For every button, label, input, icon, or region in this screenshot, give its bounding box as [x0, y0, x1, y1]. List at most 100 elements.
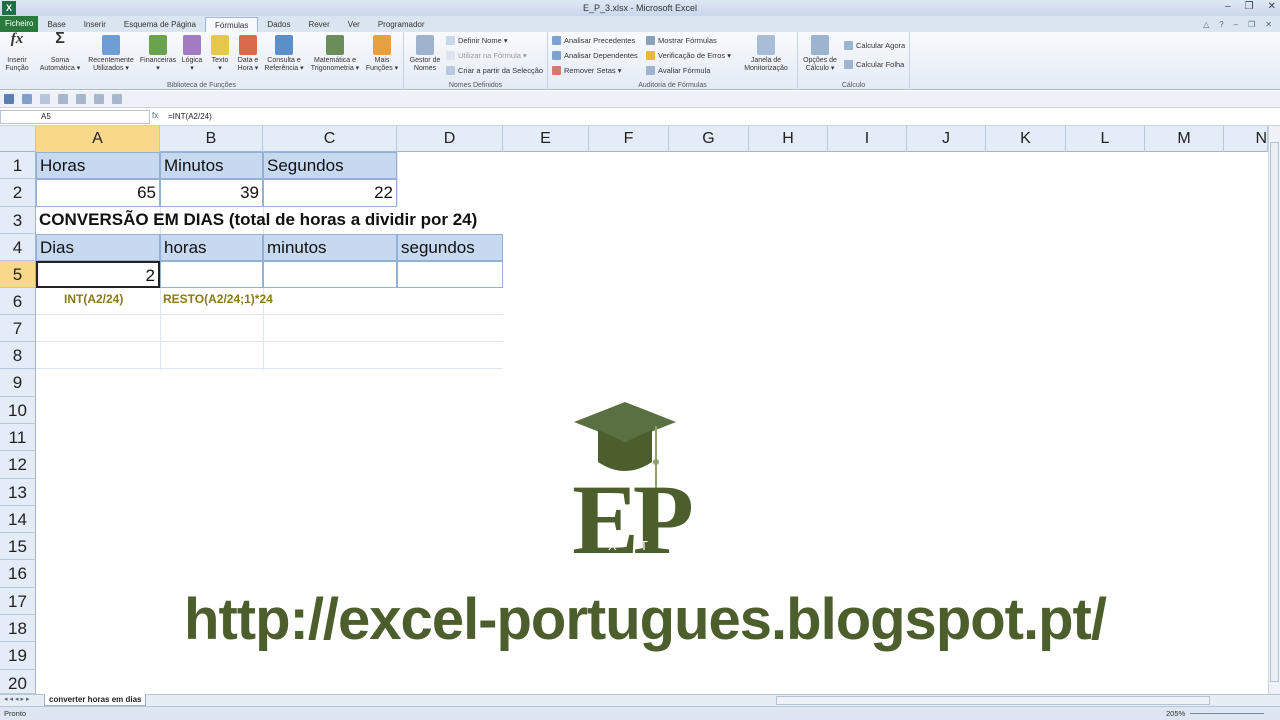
print-preview-icon[interactable] [58, 94, 68, 104]
minimize-icon[interactable]: – [1225, 1, 1231, 12]
evaluate-formula-button[interactable]: Avaliar Fórmula [646, 66, 710, 75]
cell-b2[interactable]: 39 [160, 179, 263, 207]
cell-b5[interactable] [160, 261, 263, 288]
text-button[interactable]: Texto ▾ [206, 35, 234, 73]
help-icon[interactable]: ? [1219, 17, 1223, 32]
row-header-10[interactable]: 10 [0, 397, 36, 424]
financial-button[interactable]: Financeiras ▾ [138, 35, 178, 73]
column-header-l[interactable]: L [1066, 126, 1145, 152]
column-header-f[interactable]: F [589, 126, 669, 152]
zoom-level[interactable]: 205% [1166, 709, 1185, 718]
redo-icon[interactable] [40, 94, 50, 104]
row-header-16[interactable]: 16 [0, 560, 36, 588]
autosum-button[interactable]: Σ Soma Automática ▾ [36, 31, 84, 73]
cell-a2[interactable]: 65 [36, 179, 160, 207]
name-manager-button[interactable]: Gestor de Nomes [406, 35, 444, 73]
ribbon-minimize-icon[interactable]: △ [1203, 17, 1209, 32]
watch-window-button[interactable]: Janela de Monitorização [738, 35, 794, 73]
column-header-k[interactable]: K [986, 126, 1066, 152]
cell-b4[interactable]: horas [160, 234, 263, 261]
row-header-2[interactable]: 2 [0, 179, 36, 207]
cell-a3[interactable]: CONVERSÃO EM DIAS (total de horas a divi… [36, 207, 480, 234]
row-header-5[interactable]: 5 [0, 261, 36, 288]
sheet-tab-converter[interactable]: converter horas em dias [44, 694, 147, 706]
use-in-formula-button[interactable]: Utilizar na Fórmula ▾ [446, 51, 527, 60]
recent-functions-button[interactable]: Recentemente Utilizados ▾ [86, 35, 136, 73]
row-header-20[interactable]: 20 [0, 670, 36, 694]
column-header-m[interactable]: M [1145, 126, 1224, 152]
save-icon[interactable] [4, 94, 14, 104]
select-all-corner[interactable] [0, 126, 36, 152]
column-header-i[interactable]: I [828, 126, 907, 152]
cell-c1[interactable]: Segundos [263, 152, 397, 179]
row-header-6[interactable]: 6 [0, 288, 36, 315]
fx-icon[interactable]: fx [152, 110, 164, 124]
column-header-a[interactable]: A [36, 126, 160, 152]
filter-icon[interactable] [94, 94, 104, 104]
tab-rever[interactable]: Rever [299, 17, 338, 32]
calculate-now-button[interactable]: Calcular Agora [844, 41, 905, 50]
tab-inserir[interactable]: Inserir [75, 17, 115, 32]
column-header-c[interactable]: C [263, 126, 397, 152]
restore-icon[interactable]: ❐ [1245, 1, 1254, 12]
row-header-15[interactable]: 15 [0, 533, 36, 560]
tab-programador[interactable]: Programador [369, 17, 434, 32]
tab-ver[interactable]: Ver [339, 17, 369, 32]
row-header-3[interactable]: 3 [0, 207, 36, 234]
scroll-thumb[interactable] [1270, 142, 1279, 682]
error-checking-button[interactable]: Verificação de Erros ▾ [646, 51, 731, 60]
row-header-9[interactable]: 9 [0, 369, 36, 397]
calculation-options-button[interactable]: Opções de Cálculo ▾ [800, 35, 840, 73]
row-header-12[interactable]: 12 [0, 451, 36, 479]
tab-ficheiro[interactable]: Ficheiro [0, 16, 39, 32]
sheet-nav-arrows-icon[interactable]: ◂◂◂▸▸ [4, 695, 32, 703]
column-header-h[interactable]: H [749, 126, 828, 152]
show-formulas-button[interactable]: Mostrar Fórmulas [646, 36, 717, 45]
row-header-8[interactable]: 8 [0, 342, 36, 369]
cell-c5[interactable] [263, 261, 397, 288]
cell-c2[interactable]: 22 [263, 179, 397, 207]
cell-b1[interactable]: Minutos [160, 152, 263, 179]
trace-precedents-button[interactable]: Analisar Precedentes [552, 36, 635, 45]
calculate-sheet-button[interactable]: Calcular Folha [844, 60, 904, 69]
more-functions-button[interactable]: Mais Funções ▾ [364, 35, 400, 73]
note-a6[interactable]: INT(A2/24) [64, 292, 123, 306]
vertical-scrollbar[interactable] [1268, 126, 1280, 694]
close-icon[interactable]: ✕ [1268, 1, 1276, 12]
column-header-e[interactable]: E [503, 126, 589, 152]
sort-icon[interactable] [76, 94, 86, 104]
logical-button[interactable]: Lógica ▾ [180, 35, 204, 73]
blog-url[interactable]: http://excel-portugues.blogspot.pt/ [0, 586, 1280, 653]
column-header-n[interactable]: N [1224, 126, 1268, 152]
formula-input[interactable]: =INT(A2/24) [168, 110, 1270, 124]
column-header-g[interactable]: G [669, 126, 749, 152]
row-header-11[interactable]: 11 [0, 424, 36, 451]
workbook-restore-icon[interactable]: ❐ [1248, 17, 1255, 32]
customize-qat-icon[interactable] [112, 94, 122, 104]
cell-a5[interactable]: 2 [36, 261, 160, 288]
insert-function-button[interactable]: fx Inserir Função [2, 32, 32, 73]
row-header-1[interactable]: 1 [0, 152, 36, 179]
tab-esquema-pagina[interactable]: Esquema de Página [115, 17, 205, 32]
lookup-reference-button[interactable]: Consulta e Referência ▾ [262, 35, 306, 73]
column-header-d[interactable]: D [397, 126, 503, 152]
column-header-b[interactable]: B [160, 126, 263, 152]
workbook-close-icon[interactable]: ✕ [1265, 17, 1272, 32]
name-box[interactable]: A5 [0, 110, 150, 124]
row-header-14[interactable]: 14 [0, 506, 36, 533]
cell-a4[interactable]: Dias [36, 234, 160, 261]
row-header-7[interactable]: 7 [0, 315, 36, 342]
cell-d5[interactable] [397, 261, 503, 288]
column-header-j[interactable]: J [907, 126, 986, 152]
remove-arrows-button[interactable]: Remover Setas ▾ [552, 66, 622, 75]
math-trig-button[interactable]: Matemática e Trigonometria ▾ [306, 35, 364, 73]
create-from-selection-button[interactable]: Criar a partir da Selecção [446, 66, 543, 75]
trace-dependents-button[interactable]: Analisar Dependentes [552, 51, 638, 60]
workbook-minimize-icon[interactable]: – [1234, 17, 1238, 32]
tab-formulas[interactable]: Fórmulas [204, 17, 259, 32]
note-b6[interactable]: RESTO(A2/24;1)*24 [163, 292, 273, 306]
define-name-button[interactable]: Definir Nome ▾ [446, 36, 508, 45]
cell-c4[interactable]: minutos [263, 234, 397, 261]
row-header-4[interactable]: 4 [0, 234, 36, 261]
date-time-button[interactable]: Data e Hora ▾ [234, 35, 262, 73]
